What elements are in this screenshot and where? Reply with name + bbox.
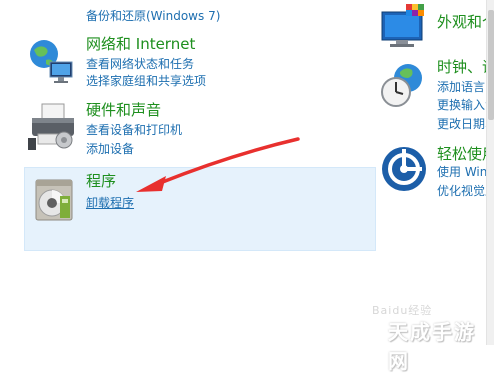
scrollbar-thumb[interactable]	[488, 10, 494, 120]
shield-icon	[438, 120, 439, 121]
ease-of-access-icon[interactable]	[378, 143, 430, 195]
monitor-palette-icon[interactable]	[378, 2, 432, 54]
watermark-brand: 天成手游网	[388, 320, 476, 373]
vertical-scrollbar[interactable]	[486, 0, 494, 345]
clock-globe-icon[interactable]	[378, 60, 432, 112]
add-language-link[interactable]: 添加语言	[437, 79, 485, 95]
